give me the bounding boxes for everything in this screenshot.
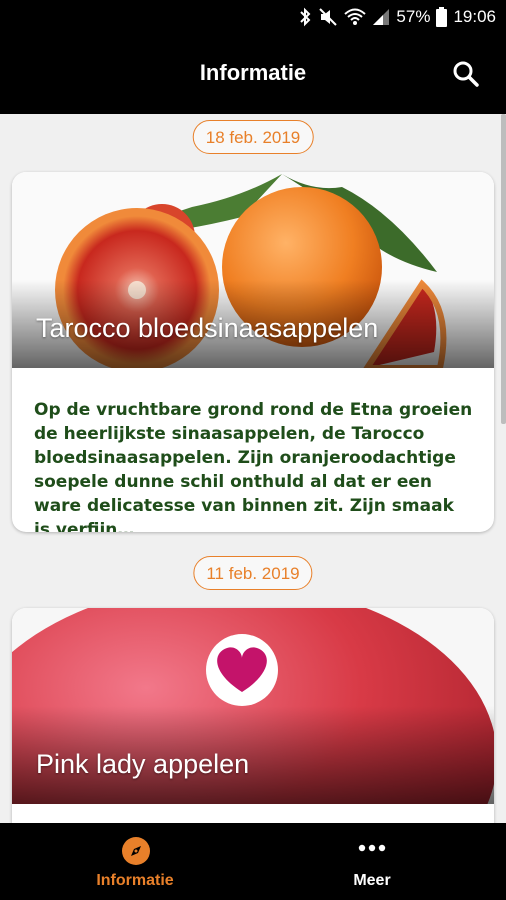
date-badge: 18 feb. 2019: [192, 120, 314, 154]
news-feed[interactable]: 18 feb. 2019 Tarocco bloedsinaasappelen …: [0, 114, 506, 823]
nav-item-informatie[interactable]: Informatie: [55, 823, 215, 900]
card-title: Tarocco bloedsinaasappelen: [36, 313, 379, 343]
card-image-blood-oranges: Tarocco bloedsinaasappelen: [12, 172, 494, 368]
mute-icon: [319, 8, 338, 26]
status-icons: 57% 19:06: [298, 7, 496, 27]
bottom-navigation: Informatie Meer: [0, 823, 506, 900]
card-excerpt: Op de vruchtbare grond rond de Etna groe…: [34, 400, 473, 532]
search-button[interactable]: [450, 58, 482, 90]
battery-percent: 57%: [396, 7, 431, 26]
signal-icon: [373, 9, 390, 25]
news-card-pink-lady[interactable]: Pink lady appelen: [12, 608, 494, 823]
scrollbar[interactable]: [501, 114, 506, 424]
app-bar: Informatie: [0, 36, 506, 114]
battery-icon: [436, 7, 448, 27]
card-image-pink-lady-apple: Pink lady appelen: [12, 608, 494, 804]
compass-icon: [122, 837, 150, 865]
card-title: Pink lady appelen: [36, 749, 250, 779]
date-badge: 11 feb. 2019: [193, 556, 313, 590]
more-dots-icon: [358, 844, 386, 852]
bluetooth-icon: [300, 7, 311, 27]
clock: 19:06: [453, 7, 496, 26]
news-card-tarocco[interactable]: Tarocco bloedsinaasappelen Op de vruchtb…: [12, 172, 494, 532]
search-icon: [453, 61, 479, 87]
page-title: Informatie: [199, 60, 307, 85]
nav-item-meer[interactable]: Meer: [292, 823, 452, 900]
status-bar: 57% 19:06: [0, 0, 506, 36]
nav-label-meer: Meer: [353, 872, 391, 889]
nav-label-informatie: Informatie: [96, 872, 174, 889]
wifi-icon: [344, 8, 367, 25]
